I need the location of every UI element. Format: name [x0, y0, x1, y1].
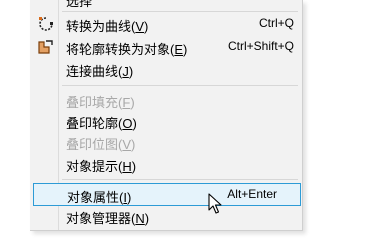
- menu-item-label: 对象提示: [66, 159, 119, 174]
- shortcut-label: Ctrl+Shift+Q: [227, 39, 294, 53]
- menu-item-object-manager[interactable]: 对象管理器(N): [34, 205, 300, 227]
- menu-separator: [62, 11, 298, 12]
- shortcut-label: Alt+Enter: [227, 187, 277, 201]
- menu-item-label: 连接曲线: [66, 64, 119, 79]
- mnemonic: V: [135, 19, 145, 34]
- menu-item-outline-to-object[interactable]: 将轮廓转换为对象(E) Ctrl+Shift+Q: [34, 36, 300, 58]
- menu-item-label: 叠印轮廓: [66, 116, 119, 131]
- mouse-cursor-icon: [208, 193, 222, 215]
- menu-item-label: 转换为曲线: [66, 19, 132, 34]
- mnemonic: F: [122, 95, 131, 110]
- menu-item-overprint-outline[interactable]: 叠印轮廓(O): [34, 110, 300, 132]
- menu-item-object-hints[interactable]: 对象提示(H): [34, 153, 300, 175]
- menu-separator: [62, 179, 298, 180]
- menu-item-object-properties[interactable]: 对象属性(I) Alt+Enter: [33, 183, 301, 206]
- menu-item-partial-top: 选择: [66, 0, 92, 10]
- menu-item-overprint-bitmap: 叠印位图(V): [66, 137, 136, 152]
- menu-item-overprint-fill: 叠印填充(F): [66, 95, 135, 110]
- shortcut-label: Ctrl+Q: [258, 16, 294, 30]
- menu-item-label: 叠印位图: [66, 137, 119, 152]
- menu-item-label: 对象管理器: [66, 211, 132, 226]
- menu-item-label: 对象属性: [67, 190, 120, 205]
- menu-item-label: 将轮廓转换为对象: [66, 42, 171, 57]
- menu-item-label: 叠印填充: [66, 95, 119, 110]
- mnemonic: N: [135, 211, 145, 226]
- mnemonic: E: [174, 42, 184, 57]
- menu-separator: [62, 85, 298, 86]
- mnemonic: O: [122, 116, 133, 131]
- mnemonic: V: [122, 137, 132, 152]
- menu-item-join-curves[interactable]: 连接曲线(J): [34, 58, 300, 80]
- mnemonic: J: [122, 64, 129, 79]
- mnemonic: H: [122, 159, 132, 174]
- menu-item-convert-to-curves[interactable]: 转换为曲线(V) Ctrl+Q: [34, 13, 300, 35]
- screen: 选择 转换为曲线(V) Ctrl+Q 将轮廓转换为对象(E) Ctrl+Shif…: [0, 0, 381, 250]
- outline-to-object-icon: [37, 39, 55, 55]
- mnemonic: I: [123, 190, 127, 205]
- convert-to-curves-icon: [37, 16, 55, 32]
- menu-item-label: 选择: [66, 0, 93, 9]
- context-menu: 选择 转换为曲线(V) Ctrl+Q 将轮廓转换为对象(E) Ctrl+Shif…: [30, 0, 303, 231]
